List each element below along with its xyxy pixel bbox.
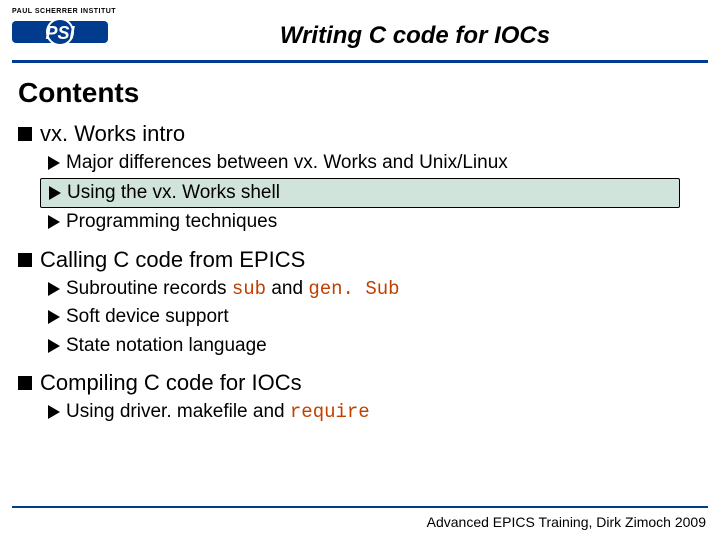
section-heading: Compiling C code for IOCs [18, 370, 702, 396]
triangle-bullet-icon [48, 405, 60, 419]
sub-item-prefix: Using driver. makefile and [66, 401, 290, 422]
sub-item-prefix: Subroutine records [66, 278, 232, 299]
triangle-bullet-icon [48, 339, 60, 353]
footer-text: Advanced EPICS Training, Dirk Zimoch 200… [427, 514, 706, 530]
slide-header: PAUL SCHERRER INSTITUT PSI Writing C cod… [0, 0, 720, 52]
sub-list: Subroutine records sub and gen. Sub Soft… [18, 275, 702, 361]
contents-heading: Contents [18, 77, 702, 109]
psi-logo: PAUL SCHERRER INSTITUT PSI [12, 8, 122, 52]
sub-item: State notation language [44, 332, 702, 361]
triangle-bullet-icon [48, 282, 60, 296]
sub-list: Using driver. makefile and require [18, 398, 702, 427]
sub-item: Using driver. makefile and require [44, 398, 702, 427]
section-heading: vx. Works intro [18, 121, 702, 147]
sub-item-text: Soft device support [66, 303, 229, 332]
sub-item: Soft device support [44, 303, 702, 332]
sub-item-text: Major differences between vx. Works and … [66, 149, 508, 178]
triangle-bullet-icon [48, 215, 60, 229]
triangle-bullet-icon [49, 186, 61, 200]
sub-list: Major differences between vx. Works and … [18, 149, 702, 237]
triangle-bullet-icon [48, 156, 60, 170]
sub-item-text: State notation language [66, 332, 267, 361]
section-title: Compiling C code for IOCs [40, 370, 302, 396]
triangle-bullet-icon [48, 310, 60, 324]
svg-text:PSI: PSI [45, 23, 75, 43]
code-text: gen. Sub [308, 278, 399, 300]
section-title: Calling C code from EPICS [40, 247, 305, 273]
sub-item: Programming techniques [44, 208, 702, 237]
section-heading: Calling C code from EPICS [18, 247, 702, 273]
sub-item: Major differences between vx. Works and … [44, 149, 702, 178]
sub-item-text: Using driver. makefile and require [66, 398, 370, 427]
psi-logo-mark: PSI [12, 17, 108, 47]
sub-item-mid: and [266, 278, 308, 299]
slide-title: Writing C code for IOCs [122, 8, 708, 50]
divider-bottom [12, 506, 708, 508]
logo-institute-text: PAUL SCHERRER INSTITUT [12, 8, 122, 15]
square-bullet-icon [18, 127, 32, 141]
code-text: sub [232, 278, 266, 300]
square-bullet-icon [18, 253, 32, 267]
square-bullet-icon [18, 376, 32, 390]
code-text: require [290, 401, 370, 423]
section-title: vx. Works intro [40, 121, 185, 147]
sub-item: Subroutine records sub and gen. Sub [44, 275, 702, 304]
slide-content: Contents vx. Works intro Major differenc… [0, 63, 720, 427]
sub-item-text: Using the vx. Works shell [67, 179, 280, 208]
sub-item-text: Programming techniques [66, 208, 277, 237]
sub-item-text: Subroutine records sub and gen. Sub [66, 275, 400, 304]
sub-item-highlighted: Using the vx. Works shell [40, 178, 680, 209]
